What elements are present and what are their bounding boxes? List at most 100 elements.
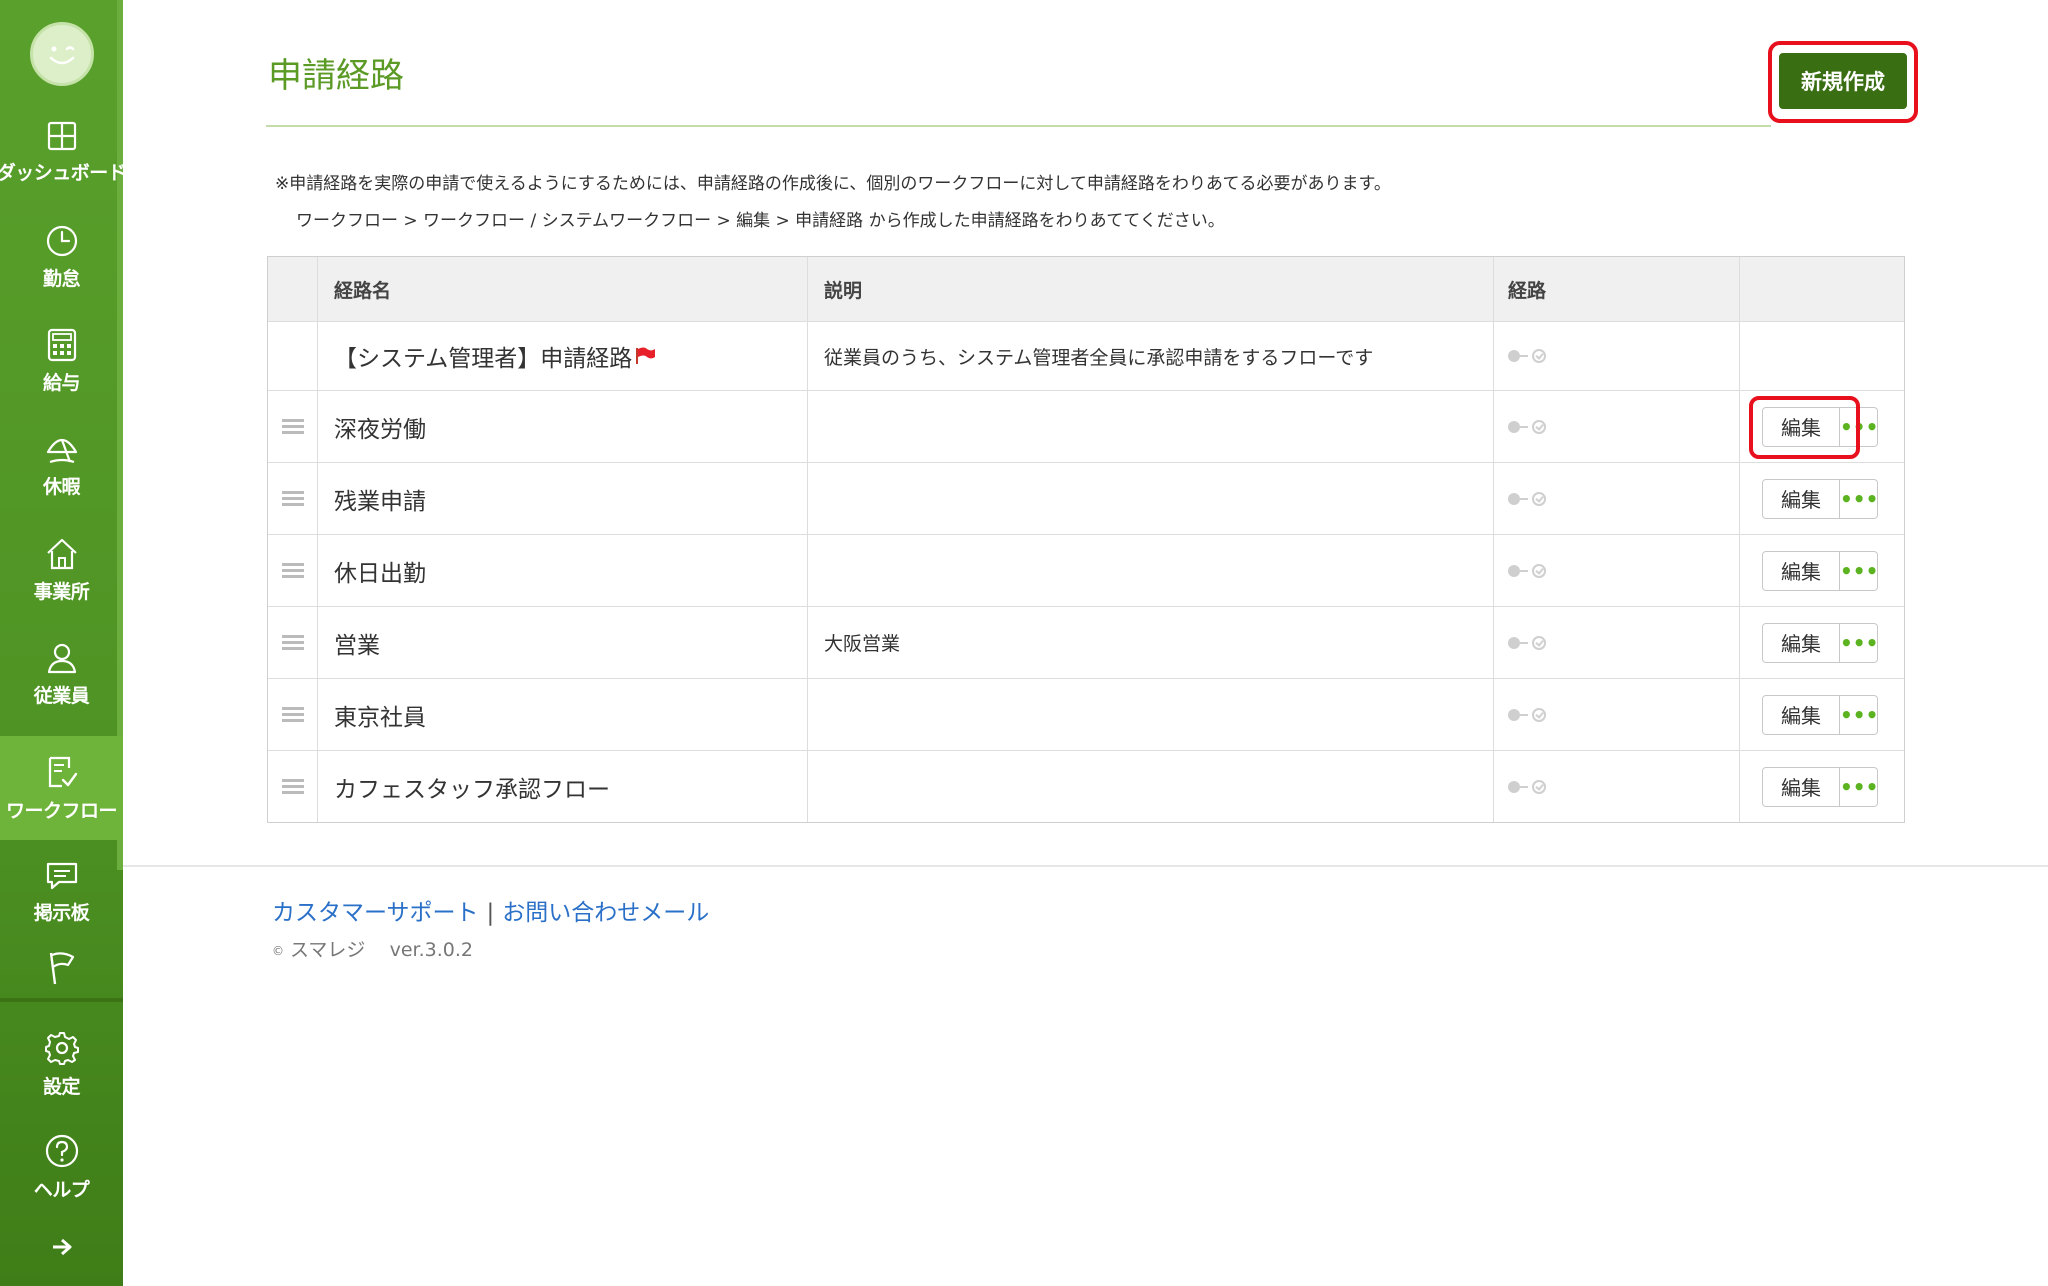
sidebar-item-label: ヘルプ	[33, 1178, 90, 1201]
sidebar-expand[interactable]	[0, 1222, 123, 1278]
table-row: 【システム管理者】申請経路 従業員のうち、システム管理者全員に承認申請をするフロ…	[268, 321, 1904, 390]
route-name-cell: 【システム管理者】申請経路	[318, 322, 808, 390]
notice-line-1: ※申請経路を実際の申請で使えるようにするためには、申請経路の作成後に、個別のワー…	[275, 174, 1391, 194]
edit-button-highlight	[1749, 396, 1860, 459]
drag-handle[interactable]	[268, 607, 318, 678]
sidebar-item-label: ワークフロー	[5, 799, 118, 822]
notice-line-2: ワークフロー > ワークフロー / システムワークフロー > 編集 > 申請経路…	[296, 211, 1225, 231]
column-header-name: 経路名	[318, 257, 808, 321]
sidebar-item-label: ダッシュボード	[0, 161, 127, 184]
sidebar-item-label: 従業員	[33, 684, 90, 707]
smile-face-icon	[49, 46, 75, 65]
route-description: 大阪営業	[808, 607, 1494, 678]
edit-button[interactable]: 編集	[1762, 694, 1840, 735]
copyright: © スマレジ ver.3.0.2	[272, 935, 473, 962]
actions-cell: 編集 •••	[1740, 535, 1904, 606]
home-icon	[46, 538, 77, 569]
customer-support-link[interactable]: カスタマーサポート	[272, 900, 479, 926]
more-options-button[interactable]: •••	[1840, 478, 1878, 519]
drag-handle-icon	[281, 704, 304, 725]
drag-handle[interactable]	[268, 679, 318, 750]
arrow-right-icon	[52, 1238, 71, 1256]
more-options-button[interactable]: •••	[1840, 694, 1878, 735]
footer-links: カスタマーサポート | お問い合わせメール	[272, 893, 709, 927]
table-row: 休日出勤 編集 •••	[268, 534, 1904, 606]
sidebar-item-help[interactable]: ヘルプ	[0, 1115, 123, 1219]
column-header-route: 経路	[1494, 257, 1740, 321]
sidebar-item-payroll[interactable]: 給与	[0, 309, 123, 413]
route-description: 従業員のうち、システム管理者全員に承認申請をするフローです	[808, 322, 1494, 390]
row-handle-cell	[268, 322, 318, 390]
sidebar-item-settings[interactable]: 設定	[0, 1012, 123, 1116]
sidebar-divider	[0, 998, 123, 1002]
route-table: 経路名 説明 経路 【システム管理者】申請経路 従業員のうち、システム管理者全員…	[267, 256, 1905, 823]
sidebar-item-label: 給与	[42, 371, 81, 394]
edit-button[interactable]: 編集	[1762, 766, 1840, 807]
sidebar-item-label: 休暇	[42, 475, 81, 498]
more-options-button[interactable]: •••	[1840, 766, 1878, 807]
sidebar-item-attendance[interactable]: 勤怠	[0, 205, 123, 309]
footer-separator: |	[486, 900, 495, 926]
contact-mail-link[interactable]: お問い合わせメール	[502, 900, 709, 926]
sidebar-item-dashboard[interactable]: ダッシュボード	[0, 100, 127, 204]
edit-button[interactable]: 編集	[1762, 478, 1840, 519]
edit-button[interactable]: 編集	[1762, 622, 1840, 663]
actions-cell: 編集 •••	[1740, 463, 1904, 534]
drag-handle-icon	[281, 560, 304, 581]
gear-icon	[44, 1031, 79, 1065]
sidebar-item-label: 事業所	[33, 580, 90, 603]
route-name: 東京社員	[318, 679, 808, 750]
edit-button[interactable]: 編集	[1762, 550, 1840, 591]
drag-handle-icon	[281, 416, 304, 437]
person-icon	[47, 643, 76, 673]
more-options-button[interactable]: •••	[1840, 550, 1878, 591]
table-row: カフェスタッフ承認フロー 編集 •••	[268, 750, 1904, 822]
help-icon	[45, 1134, 78, 1167]
more-options-button[interactable]: •••	[1840, 622, 1878, 663]
route-description	[808, 679, 1494, 750]
drag-handle-icon	[281, 776, 304, 797]
route-name: 休日出勤	[318, 535, 808, 606]
route-name: 残業申請	[318, 463, 808, 534]
route-name: 【システム管理者】申請経路	[334, 346, 633, 372]
actions-cell: 編集 •••	[1740, 679, 1904, 750]
column-header-actions	[1740, 257, 1904, 321]
sidebar-item-flag[interactable]	[0, 940, 123, 1002]
sidebar-item-office[interactable]: 事業所	[0, 518, 123, 622]
title-divider	[266, 125, 1771, 127]
actions-cell: 編集 •••	[1740, 751, 1904, 822]
route-name: 深夜労働	[318, 391, 808, 462]
drag-handle[interactable]	[268, 391, 318, 462]
umbrella-icon	[46, 438, 77, 463]
sidebar-item-bulletin[interactable]: 掲示板	[0, 840, 123, 944]
drag-handle[interactable]	[268, 751, 318, 822]
route-description	[808, 535, 1494, 606]
new-create-button[interactable]: 新規作成	[1779, 53, 1907, 109]
header-handle-cell	[268, 257, 318, 321]
clock-icon	[46, 225, 77, 256]
actions-cell: 編集 •••	[1740, 607, 1904, 678]
column-header-description: 説明	[808, 257, 1494, 321]
drag-handle-icon	[281, 488, 304, 509]
avatar[interactable]	[30, 22, 94, 86]
checklist-icon	[48, 756, 77, 787]
sidebar-item-leave[interactable]: 休暇	[0, 413, 123, 517]
copyright-symbol: ©	[272, 943, 284, 958]
drag-handle-icon	[281, 632, 304, 653]
route-indicator	[1494, 679, 1740, 750]
sidebar-item-workflow[interactable]: ワークフロー	[0, 736, 123, 840]
table-header: 経路名 説明 経路	[268, 257, 1904, 321]
drag-handle[interactable]	[268, 535, 318, 606]
table-row: 営業 大阪営業 編集 •••	[268, 606, 1904, 678]
footer-divider	[123, 865, 2048, 867]
flag-icon	[49, 952, 74, 985]
sidebar-item-label: 勤怠	[42, 267, 81, 290]
drag-handle[interactable]	[268, 463, 318, 534]
route-indicator	[1494, 463, 1740, 534]
actions-cell	[1740, 322, 1904, 390]
chat-icon	[46, 862, 77, 889]
sidebar-item-label: 掲示板	[33, 901, 90, 924]
sidebar-item-employees[interactable]: 従業員	[0, 622, 123, 726]
route-description	[808, 463, 1494, 534]
table-row: 深夜労働 編集 •••	[268, 390, 1904, 462]
